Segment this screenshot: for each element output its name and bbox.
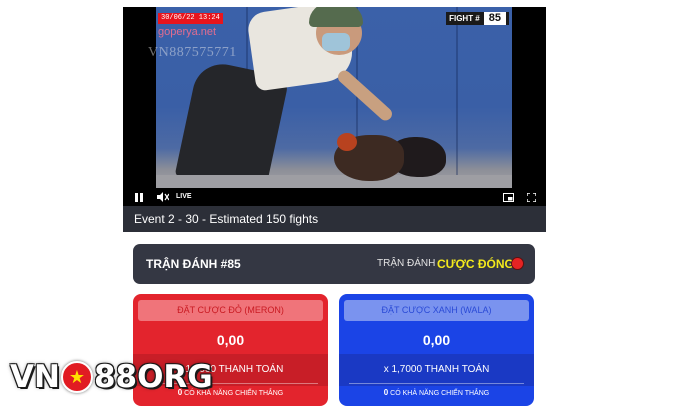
- event-info: Event 2 - 30 - Estimated 150 fights: [123, 206, 546, 232]
- wala-chance: 0 CÓ KHẢ NĂNG CHIẾN THẮNG: [339, 388, 534, 397]
- watermark-code: VN887575771: [148, 45, 237, 60]
- match-status-label: TRẬN ĐÁNH: [377, 258, 436, 269]
- video-player[interactable]: 30/06/22 13:24 goperya.net VN887575771 F…: [123, 7, 546, 206]
- fight-number: 85: [483, 12, 506, 25]
- page: 30/06/22 13:24 goperya.net VN887575771 F…: [0, 0, 700, 406]
- video-timestamp: 30/06/22 13:24: [158, 13, 223, 24]
- pause-icon[interactable]: [133, 188, 145, 206]
- brand-text-left: VN: [10, 359, 60, 395]
- wala-amount: 0,00: [422, 332, 451, 348]
- wala-odds-box: x 1,7000 THANH TOÁN: [339, 354, 534, 386]
- match-status: CƯỢC ĐÓNG: [437, 257, 514, 271]
- mute-icon[interactable]: [156, 188, 170, 206]
- match-title: TRẬN ĐÁNH #85: [146, 257, 241, 271]
- brand-text-right: 88ORG: [93, 359, 213, 395]
- watermark-site: goperya.net: [158, 26, 217, 38]
- wala-bet-card: ĐẶT CƯỢC XANH (WALA) 0,00 x 1,7000 THANH…: [339, 294, 534, 406]
- meron-amount: 0,00: [216, 332, 245, 348]
- wala-odds: x 1,7000 THANH TOÁN: [383, 364, 490, 375]
- fight-badge: FIGHT # 85: [446, 12, 509, 25]
- fight-label: FIGHT #: [449, 14, 480, 23]
- bet-wala-button[interactable]: ĐẶT CƯỢC XANH (WALA): [344, 300, 529, 321]
- vietnam-flag-icon: ★: [60, 361, 93, 393]
- match-header: TRẬN ĐÁNH #85 TRẬN ĐÁNH CƯỢC ĐÓNG: [133, 244, 535, 284]
- wala-chance-value: 0: [383, 388, 389, 397]
- status-dot-icon: [511, 257, 524, 270]
- divider: [349, 383, 524, 384]
- wala-chance-label: CÓ KHẢ NĂNG CHIẾN THẮNG: [390, 390, 490, 397]
- brand-logo: VN ★ 88ORG: [10, 356, 213, 398]
- betting-panel: 30/06/22 13:24 goperya.net VN887575771 F…: [123, 7, 546, 406]
- fullscreen-icon[interactable]: [524, 188, 538, 206]
- live-indicator: LIVE: [176, 193, 192, 200]
- pip-icon[interactable]: [501, 188, 515, 206]
- bet-meron-button[interactable]: ĐẶT CƯỢC ĐỎ (MERON): [138, 300, 323, 321]
